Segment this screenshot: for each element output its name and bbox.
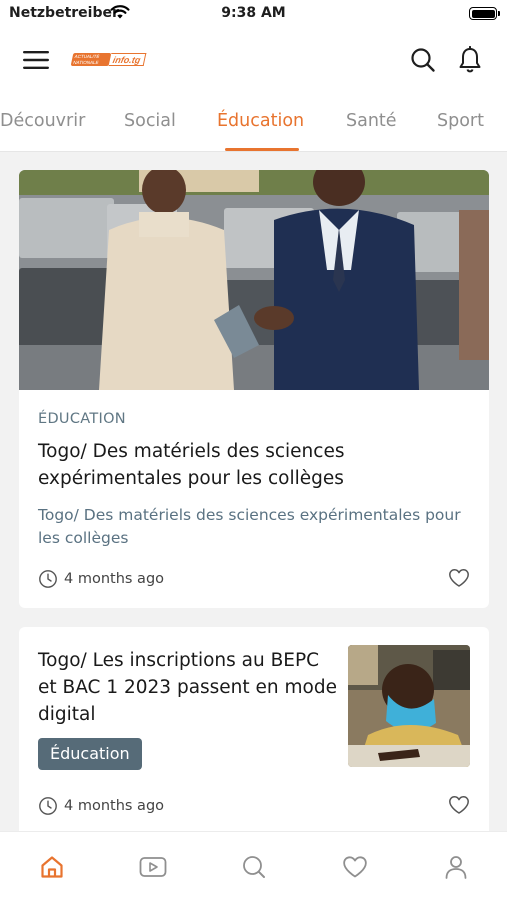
category-badge[interactable]: Éducation (38, 738, 142, 770)
nav-home[interactable] (37, 852, 67, 882)
app-header: ACTUALITÉ NATIONALE info.tg (0, 28, 507, 94)
article-title[interactable]: Togo/ Des matériels des sciences expérim… (38, 438, 468, 492)
battery-icon (469, 7, 500, 20)
nav-profile[interactable] (441, 852, 471, 882)
video-icon (139, 857, 167, 877)
search-icon (243, 856, 265, 878)
bottom-navigation (0, 831, 507, 900)
like-button[interactable] (448, 568, 470, 588)
article-excerpt: Togo/ Des matériels des sciences expérim… (38, 506, 461, 547)
article-time: 4 months ago (64, 798, 165, 814)
search-button[interactable] (405, 42, 441, 78)
article-photo-handshake[interactable] (19, 170, 489, 390)
tab-social[interactable]: Social (124, 111, 176, 131)
tab-sante[interactable]: Santé (346, 111, 397, 131)
article-category: ÉDUCATION (38, 411, 126, 427)
heart-icon (343, 856, 367, 878)
clock-icon (39, 797, 57, 815)
article-thumbnail-student[interactable] (348, 645, 470, 767)
article-meta: 4 months ago (38, 569, 164, 589)
notifications-button[interactable] (452, 42, 488, 78)
tab-sport[interactable]: Sport (437, 111, 484, 131)
nav-videos[interactable] (138, 852, 168, 882)
hamburger-icon (23, 51, 49, 69)
tab-decouvrir[interactable]: Découvrir (0, 111, 85, 131)
like-button[interactable] (448, 795, 470, 815)
app-logo[interactable]: ACTUALITÉ NATIONALE info.tg (70, 53, 146, 66)
article-title[interactable]: Togo/ Les inscriptions au BEPC et BAC 1 … (38, 647, 338, 728)
nav-favorites[interactable] (340, 852, 370, 882)
status-bar: Netzbetreiber 9:38 AM (0, 0, 507, 28)
article-card[interactable]: Togo/ Les inscriptions au BEPC et BAC 1 … (19, 627, 489, 837)
logo-brand: info.tg (108, 53, 146, 66)
category-tabs: Découvrir Social Éducation Santé Sport (0, 94, 507, 152)
menu-button[interactable] (18, 42, 54, 78)
home-icon (41, 856, 63, 878)
profile-icon (445, 856, 467, 879)
active-tab-indicator (225, 148, 299, 151)
article-meta: 4 months ago (38, 796, 164, 816)
logo-tagline-1: ACTUALITÉ (74, 54, 100, 59)
logo-tagline-2: NATIONALE (72, 59, 100, 65)
article-time: 4 months ago (64, 571, 165, 587)
clock-icon (39, 570, 57, 588)
search-icon (411, 48, 435, 72)
nav-search[interactable] (239, 852, 269, 882)
logo-mark: ACTUALITÉ NATIONALE (70, 53, 112, 66)
tab-education[interactable]: Éducation (217, 111, 304, 131)
bell-icon (459, 46, 481, 73)
featured-article-card[interactable]: ÉDUCATION Togo/ Des matériels des scienc… (19, 170, 489, 608)
clock: 9:38 AM (221, 5, 286, 21)
